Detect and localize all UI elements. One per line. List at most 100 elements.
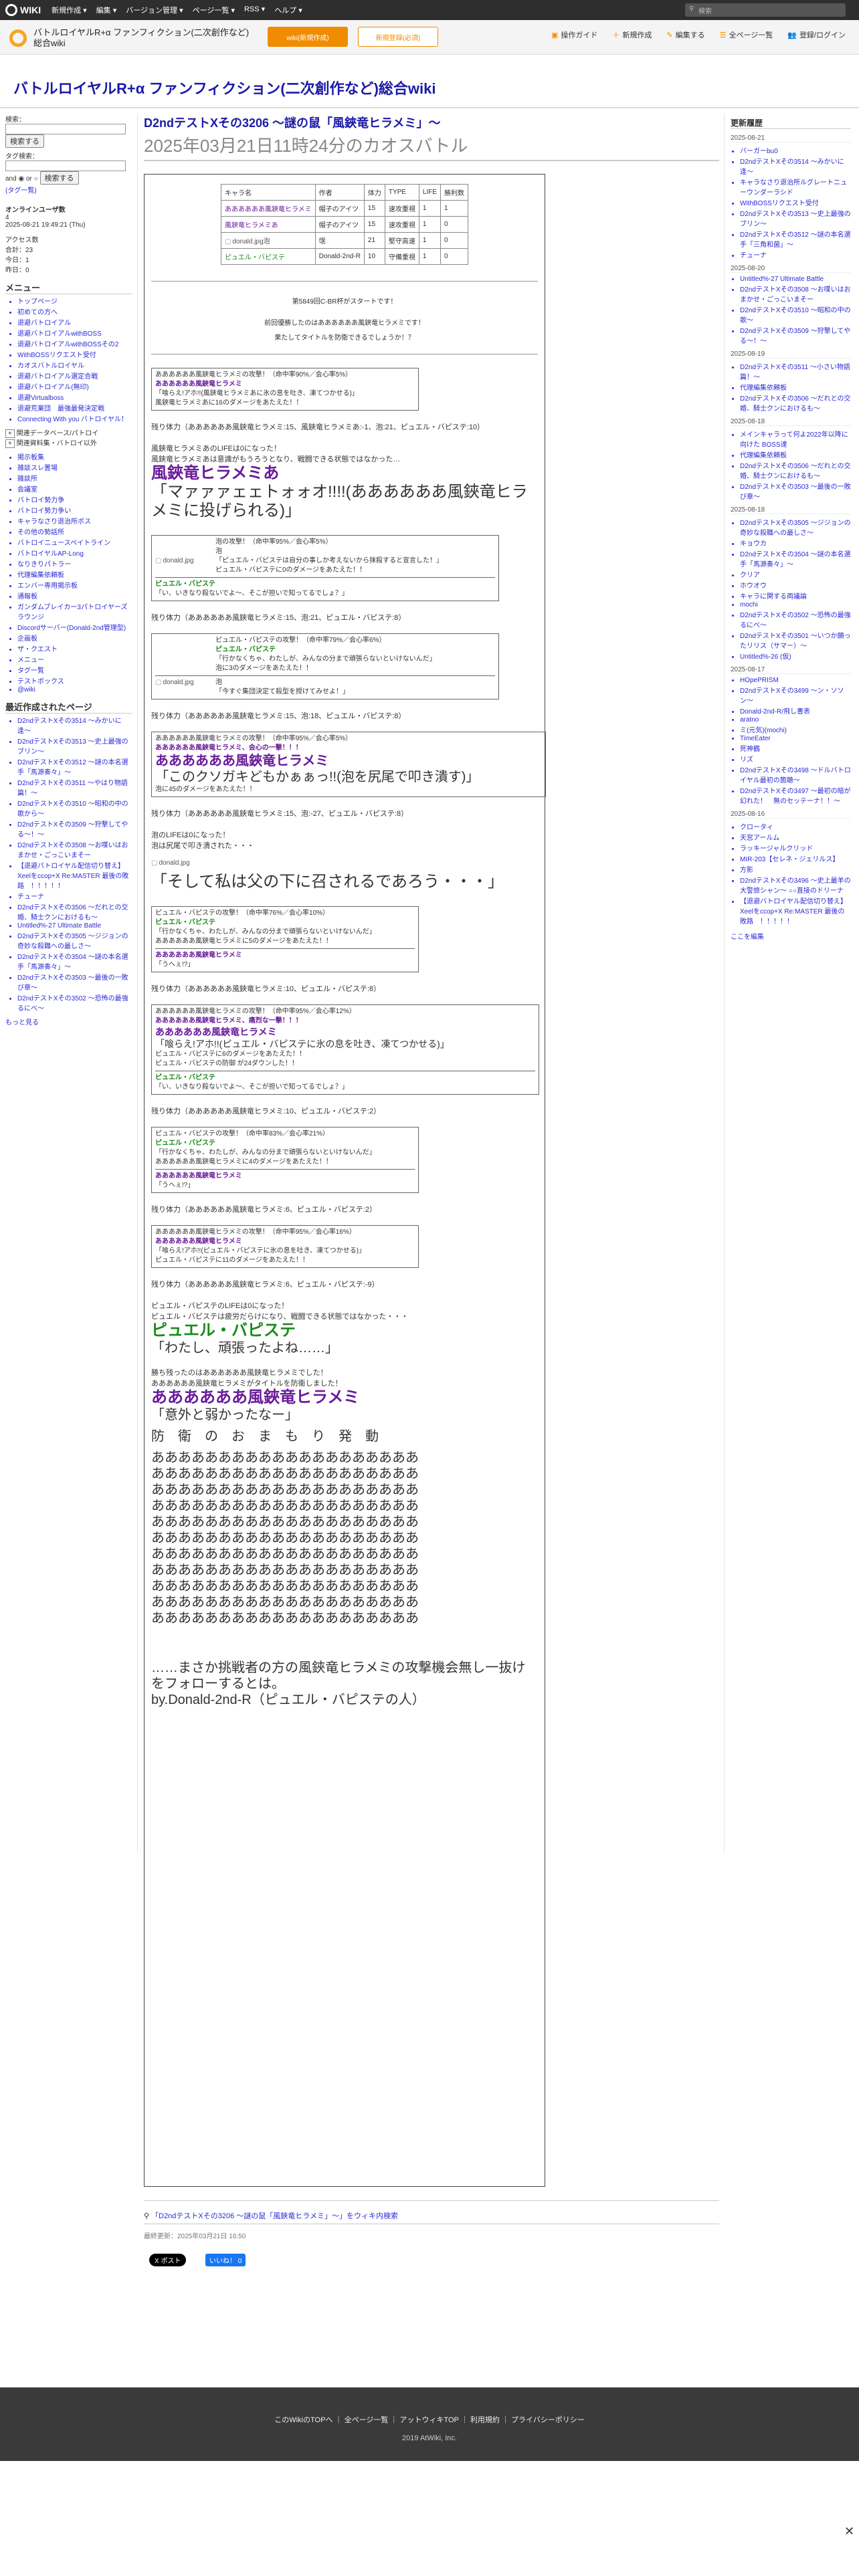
side-menu-item[interactable]: 退避荒業団 最強最発決定戦 bbox=[17, 403, 132, 413]
side-menu-item[interactable]: Connecting With you バトロイヤル！ bbox=[17, 413, 132, 423]
x-post-button[interactable]: X ポスト bbox=[149, 2254, 187, 2266]
side-search-button[interactable]: 検索する bbox=[5, 134, 44, 148]
history-item[interactable]: キャラに関する両議論 bbox=[740, 591, 851, 601]
create-wiki-button[interactable]: wiki(新規作成) bbox=[268, 27, 348, 47]
menu-edit[interactable]: 編集 ▾ bbox=[96, 5, 117, 15]
side-menu-item[interactable]: 退避バトロイアルwithBOSS bbox=[17, 328, 132, 338]
menu-version[interactable]: バージョン管理 ▾ bbox=[126, 5, 183, 15]
history-item[interactable]: Untitled%-26 (仮) bbox=[740, 651, 851, 661]
menu-help[interactable]: ヘルプ ▾ bbox=[274, 5, 302, 15]
history-item[interactable]: チューナ bbox=[740, 249, 851, 259]
history-item[interactable]: ホウオウ bbox=[740, 580, 851, 590]
recent-page-item[interactable]: D2ndテストXその3514 〜みかいに逢〜 bbox=[17, 715, 132, 735]
history-item[interactable]: バーガーbu0 bbox=[740, 145, 851, 155]
history-item[interactable]: リズ bbox=[740, 754, 851, 764]
close-icon[interactable]: ✕ bbox=[844, 2525, 854, 2539]
side-link-item[interactable]: メニュー bbox=[17, 654, 132, 664]
history-item[interactable]: mochi bbox=[740, 601, 851, 609]
recent-page-item[interactable]: D2ndテストXその3508 〜お喋いはおまかせ・ごっこいまそー bbox=[17, 839, 132, 859]
side-link-item[interactable]: タグ一覧 bbox=[17, 665, 132, 675]
history-item[interactable]: Donald-2nd-R/飛し書表 bbox=[740, 706, 851, 716]
side-link-item[interactable]: 雑談所 bbox=[17, 473, 132, 483]
atwiki-logo[interactable]: WIKI bbox=[5, 4, 41, 16]
site-title[interactable]: バトルロイヤルR+α ファンフィクション(二次創作など)総合wiki bbox=[13, 77, 436, 98]
history-item[interactable]: メインキャラって何よ2022年以降に向けた BOSS達 bbox=[740, 429, 851, 449]
side-menu-item[interactable]: 退避バトロイアルwithBOSSその2 bbox=[17, 338, 132, 348]
history-item[interactable]: MIR-203【セレネ・ジェリルス】 bbox=[740, 853, 851, 863]
side-menu-item[interactable]: 退避バトロイアル選定合戦 bbox=[17, 370, 132, 381]
and-radio[interactable]: ◉ bbox=[18, 175, 24, 183]
history-item[interactable]: D2ndテストXその3506 〜だれとの交婚、騎士クンにおけるも〜 bbox=[740, 393, 851, 413]
history-item[interactable]: D2ndテストXその3499 〜ン・ソソン〜 bbox=[740, 685, 851, 705]
history-item[interactable]: D2ndテストXその3505 〜ジジョンの奇妙な殺職への最しさ〜 bbox=[740, 517, 851, 537]
all-pages-link[interactable]: ☰ 全ページ一覧 bbox=[720, 29, 773, 40]
history-item[interactable]: TimeEater bbox=[740, 735, 851, 742]
history-item[interactable]: D2ndテストXその3506 〜だれとの交婚、騎士クンにおけるも〜 bbox=[740, 460, 851, 480]
tag-list-link[interactable]: (タグ一覧) bbox=[5, 185, 132, 195]
history-item[interactable]: 死神鶴 bbox=[740, 743, 851, 753]
side-link-item[interactable]: 代理編集依頼板 bbox=[17, 569, 132, 579]
history-item[interactable]: D2ndテストXその3514 〜みかいに逢〜 bbox=[740, 156, 851, 176]
recent-page-item[interactable]: D2ndテストXその3513 〜史上最強のブリン〜 bbox=[17, 736, 132, 756]
history-item[interactable]: HOpePRISM bbox=[740, 677, 851, 684]
footer-atwiki-link[interactable]: アットウィキTOP bbox=[399, 2416, 458, 2424]
history-item[interactable]: D2ndテストXその3504 〜謎の本名選手「馬源奏々」〜 bbox=[740, 548, 851, 568]
side-menu-item[interactable]: 退避バトロイアル bbox=[17, 317, 132, 327]
history-item[interactable]: D2ndテストXその3512 〜謎の本名選手「三角和菌」〜 bbox=[740, 229, 851, 249]
history-item[interactable]: WithBOSSリクエスト受付 bbox=[740, 197, 851, 207]
side-link-item[interactable]: 雑談スレ置場 bbox=[17, 462, 132, 472]
recent-page-item[interactable]: D2ndテストXその3512 〜謎の本名選手「馬源奏々」〜 bbox=[17, 756, 132, 776]
side-link-item[interactable]: 掲示板集 bbox=[17, 451, 132, 461]
side-link-item[interactable]: Discordサーバー(Donald-2nd管理型) bbox=[17, 622, 132, 632]
side-menu-item[interactable]: WithBOSSリクエスト受付 bbox=[17, 349, 132, 359]
side-menu-item[interactable]: 退避Virtualboss bbox=[17, 392, 132, 402]
history-item[interactable]: D2ndテストXその3496 〜史上最羊の大警旅シャン〜 ○○直接のドリーナ bbox=[740, 875, 851, 895]
side-link-item[interactable]: なりきりパトラー bbox=[17, 558, 132, 568]
recent-page-item[interactable]: D2ndテストXその3502 〜恐怖の最強るにべ〜 bbox=[17, 992, 132, 1012]
side-menu-item[interactable]: カオスバトルロイヤル bbox=[17, 360, 132, 370]
global-search-input[interactable]: ⚲ 検索 bbox=[685, 3, 846, 17]
side-menu-item[interactable]: 退避バトロイアル(無印) bbox=[17, 381, 132, 391]
side-link-item[interactable]: ガンダムブレイカー3パトロイヤーズラウンジ bbox=[17, 601, 132, 621]
history-item[interactable]: D2ndテストXその3509 〜狩撃してやる～！〜 bbox=[740, 325, 851, 345]
history-item[interactable]: クリア bbox=[740, 569, 851, 579]
recent-page-item[interactable]: チューナ bbox=[17, 891, 132, 901]
tag-search-button[interactable]: 検索する bbox=[39, 171, 79, 185]
wiki-name[interactable]: バトルロイヤルR+α ファンフィクション(二次創作など)総合wiki bbox=[33, 27, 254, 49]
more-link[interactable]: もっと見る bbox=[5, 1016, 132, 1027]
register-button[interactable]: 新規登録(必須) bbox=[358, 27, 438, 47]
side-menu-item[interactable]: 初めての方へ bbox=[17, 306, 132, 316]
collapse-db[interactable]: + 関連データベース/パトロイ bbox=[5, 427, 132, 438]
side-link-item[interactable]: バトロイニュースペイトライン bbox=[17, 537, 132, 547]
history-item[interactable]: ラッキージャルクリッド bbox=[740, 843, 851, 853]
recent-page-item[interactable]: D2ndテストXその3510 〜昭和の中の歌から〜 bbox=[17, 798, 132, 818]
history-item[interactable]: aratno bbox=[740, 716, 851, 724]
side-link-item[interactable]: その他の勢話所 bbox=[17, 526, 132, 536]
history-item[interactable]: 【退避バトロイヤル配信切り替え】Xeelをccop+X Re:MASTER 最後… bbox=[740, 895, 851, 926]
history-item[interactable]: Untitled%-27 Ultimate Battle bbox=[740, 276, 851, 283]
history-item[interactable]: D2ndテストXその3498 〜ドルバトロイヤル最初の箇聴〜 bbox=[740, 764, 851, 784]
history-item[interactable]: D2ndテストXその3508 〜お喋いはおまかせ・ごっこいまそー bbox=[740, 284, 851, 304]
history-item[interactable]: D2ndテストXその3511 〜小さい物語篇！〜 bbox=[740, 361, 851, 381]
side-link-item[interactable]: バトロイ勢力争 bbox=[17, 494, 132, 504]
history-item[interactable]: クロータィ bbox=[740, 821, 851, 831]
edit-link[interactable]: ✎ 編集する bbox=[666, 29, 704, 40]
side-link-item[interactable]: テストボックス bbox=[17, 675, 132, 685]
side-link-item[interactable]: バトロイヤルAP-Long bbox=[17, 548, 132, 558]
recent-page-item[interactable]: D2ndテストXその3504 〜謎の本名選手「馬源奏々」〜 bbox=[17, 951, 132, 971]
recent-page-item[interactable]: D2ndテストXその3509 〜狩撃してやる～！〜 bbox=[17, 819, 132, 839]
side-link-item[interactable]: ザ・クエスト bbox=[17, 643, 132, 653]
side-link-item[interactable]: 通報板 bbox=[17, 591, 132, 601]
side-menu-item[interactable]: トップページ bbox=[17, 296, 132, 306]
menu-pages[interactable]: ページ一覧 ▾ bbox=[193, 5, 235, 15]
recent-page-item[interactable]: Untitled%-27 Ultimate Battle bbox=[17, 922, 132, 930]
history-item[interactable]: キャラなさり退治所ルグレートニューウンダーラシド bbox=[740, 177, 851, 197]
side-search-input[interactable] bbox=[5, 124, 126, 134]
collapse-other[interactable]: + 関連資料集・バトロイ以外 bbox=[5, 437, 132, 448]
history-item[interactable]: キョウカ bbox=[740, 538, 851, 548]
new-page-link[interactable]: ＋新規作成 bbox=[612, 29, 652, 40]
login-link[interactable]: 👥 登録/ログイン bbox=[787, 29, 846, 40]
recent-page-item[interactable]: D2ndテストXその3505 〜ジジョンの奇妙な殺職への最しさ〜 bbox=[17, 930, 132, 950]
history-item[interactable]: 代理編集依頼板 bbox=[740, 449, 851, 459]
menu-new[interactable]: 新規作成 ▾ bbox=[52, 5, 87, 15]
